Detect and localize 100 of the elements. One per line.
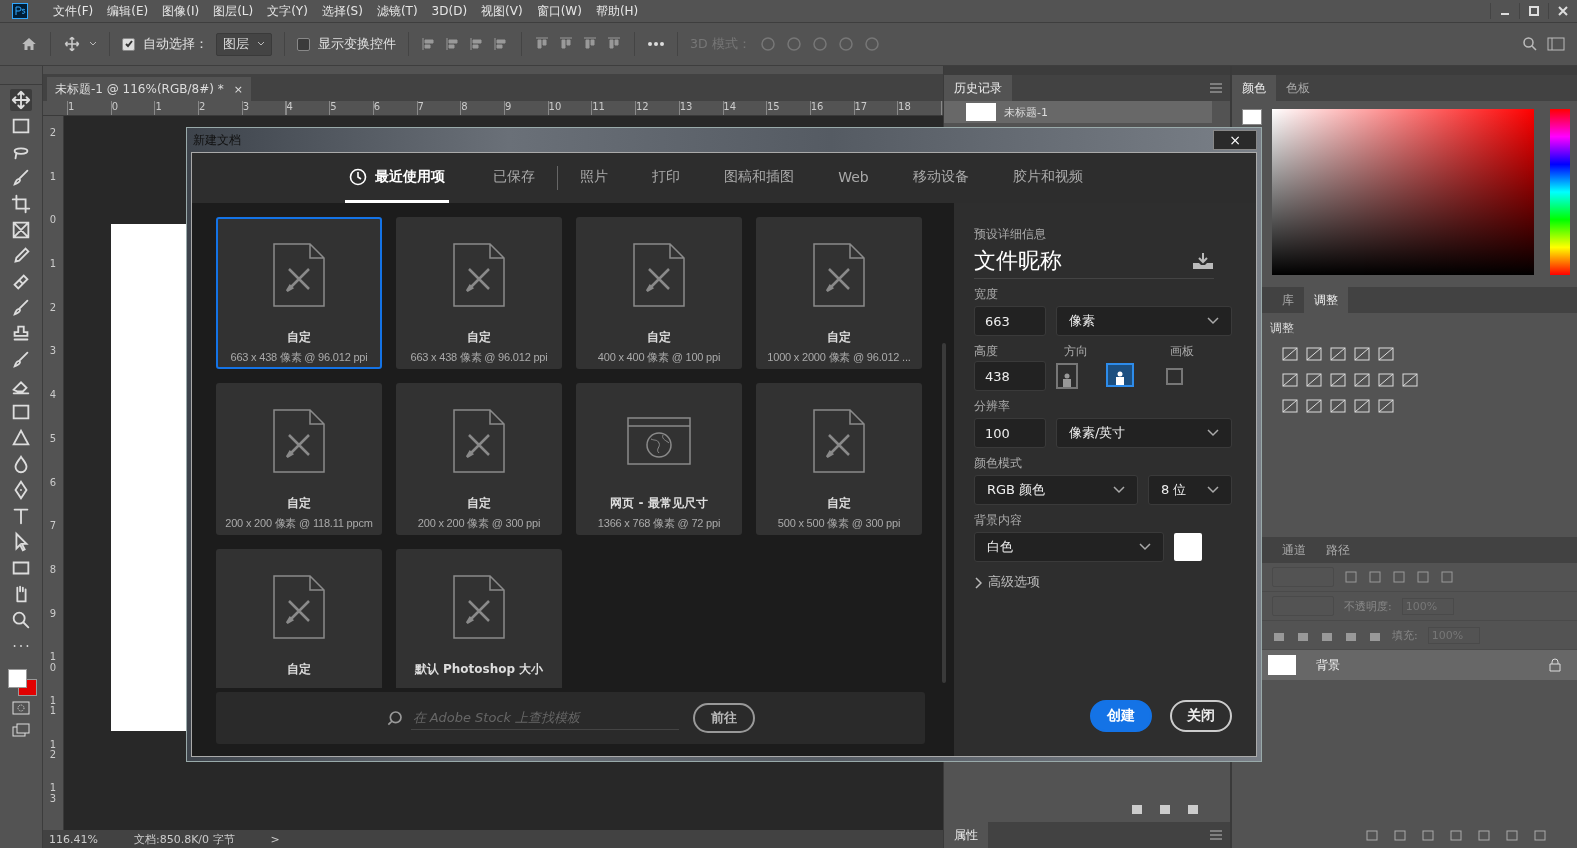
panel-tab[interactable]: 库 [1272,287,1304,313]
layer-dropdown[interactable]: 图层 [216,32,272,56]
search-field[interactable]: 在 Adobe Stock 上查找模板 [410,706,679,730]
background-color-swatch[interactable] [1174,533,1202,561]
foreground-color-swatch[interactable] [1242,109,1262,125]
close-icon[interactable] [1558,6,1568,16]
adjustment-icon[interactable] [1282,346,1298,362]
history-action-icon[interactable] [1186,802,1200,816]
tool-icon[interactable] [10,89,32,111]
category-tab[interactable]: 已保存 [471,153,558,203]
adjustment-icon[interactable] [1282,398,1298,414]
history-tab[interactable]: 历史记录 [944,75,1012,101]
tool-icon[interactable] [10,609,32,631]
panel-tab[interactable]: 通道 [1272,537,1316,563]
history-action-icon[interactable] [1130,802,1144,816]
category-tab[interactable]: Web [816,153,891,203]
artboard-checkbox[interactable] [1166,367,1183,385]
color-mode-dropdown[interactable]: RGB 颜色 [974,475,1138,505]
menu-item[interactable]: 3D(D) [424,4,475,18]
color-swatches-icon[interactable] [6,667,36,695]
height-field[interactable]: 438 [974,361,1046,391]
width-field[interactable]: 663 [974,306,1046,336]
document-tab[interactable]: 未标题-1 @ 116%(RGB/8#) * × [47,77,251,101]
caret-icon[interactable] [89,40,97,48]
adjustment-icon[interactable] [1306,346,1322,362]
portrait-button[interactable] [1056,363,1078,389]
screen-mode-icon[interactable] [11,721,31,739]
panel-tab[interactable]: 调整 [1304,287,1348,313]
checkbox[interactable] [297,37,310,51]
category-tab[interactable]: 照片 [558,153,631,203]
category-tab[interactable]: 最近使用项 [345,153,450,203]
menu-item[interactable]: 文件(F) [46,2,101,20]
move-tool-icon[interactable] [63,35,81,53]
menu-item[interactable]: 视图(V) [474,2,530,20]
panel-tab[interactable]: 色板 [1276,75,1320,101]
background-dropdown[interactable]: 白色 [974,532,1164,562]
preset-tile[interactable]: 自定 200 x 200 像素 @ 118.11 ppcm [216,383,382,535]
resolution-field[interactable]: 100 [974,418,1046,448]
menu-item[interactable]: 窗口(W) [529,2,589,20]
preset-tile[interactable]: 自定 663 x 438 像素 @ 96.012 ppi [216,217,382,369]
panel-menu-icon[interactable] [1210,830,1222,840]
preset-tile[interactable]: 默认 Photoshop 大小 [396,549,562,688]
panel-menu-icon[interactable] [1210,83,1222,93]
category-tab[interactable]: 胶片和视频 [990,153,1105,203]
menu-item[interactable]: 滤镜(T) [369,2,425,20]
menu-item[interactable]: 图像(I) [155,2,207,20]
color-picker-field[interactable] [1272,109,1534,275]
quick-mask-icon[interactable] [11,699,31,717]
workspace-icon[interactable] [1547,36,1565,52]
tool-icon[interactable] [10,193,32,215]
home-icon[interactable] [20,35,38,53]
adjustment-icon[interactable] [1378,346,1394,362]
preset-tile[interactable]: 自定 663 x 438 像素 @ 96.012 ppi [396,217,562,369]
adjustment-icon[interactable] [1330,346,1346,362]
preset-tile[interactable]: 自定 500 x 500 像素 @ 300 ppi [756,383,922,535]
close-button[interactable]: × [1213,130,1257,150]
status-menu-arrow[interactable]: > [270,832,280,846]
adjustment-icon[interactable] [1330,372,1346,388]
bit-depth-dropdown[interactable]: 8 位 [1148,475,1232,505]
align-icon[interactable] [558,36,574,52]
align-icon[interactable] [421,36,437,52]
create-button[interactable]: 创建 [1090,700,1152,732]
align-icon[interactable] [469,36,485,52]
category-tab[interactable]: 图稿和插图 [702,153,817,203]
adjustment-icon[interactable] [1378,372,1394,388]
menu-item[interactable]: 图层(L) [206,2,261,20]
search-icon[interactable] [1521,35,1539,53]
preset-tile[interactable]: 自定 [216,549,382,688]
category-tab[interactable]: 移动设备 [890,153,991,203]
adjustment-icon[interactable] [1354,346,1370,362]
menu-item[interactable]: 选择(S) [314,2,370,20]
adjustment-icon[interactable] [1402,372,1418,388]
landscape-button[interactable] [1106,363,1134,387]
preset-tile[interactable]: 自定 200 x 200 像素 @ 300 ppi [396,383,562,535]
adjustment-icon[interactable] [1354,372,1370,388]
more-icon[interactable] [647,41,665,47]
tool-icon[interactable] [10,219,32,241]
preset-tile[interactable]: 网页 - 最常见尺寸 1366 x 768 像素 @ 72 ppi [576,383,742,535]
close-button[interactable]: 关闭 [1170,700,1232,732]
preset-tile[interactable]: 自定 1000 x 2000 像素 @ 96.012 ... [756,217,922,369]
unit-dropdown[interactable]: 像素 [1056,306,1232,336]
menu-item[interactable]: 文字(Y) [260,2,315,20]
menu-item[interactable]: 编辑(E) [100,2,156,20]
document-name-field[interactable]: 文件昵称 [974,246,1062,276]
unit-dropdown[interactable]: 像素/英寸 [1056,418,1232,448]
properties-tab[interactable]: 属性 [944,822,988,848]
category-tab[interactable]: 打印 [630,153,703,203]
adjustment-icon[interactable] [1330,398,1346,414]
go-button[interactable]: 前往 [692,703,755,733]
advanced-options-toggle[interactable]: 高级选项 [974,574,1232,591]
adjustment-icon[interactable] [1354,398,1370,414]
save-preset-icon[interactable] [1192,252,1214,270]
history-item[interactable]: 未标题-1 [944,101,1212,123]
adjustment-icon[interactable] [1306,398,1322,414]
adjustment-icon[interactable] [1306,372,1322,388]
align-icon[interactable] [582,36,598,52]
history-action-icon[interactable] [1158,802,1172,816]
align-icon[interactable] [493,36,509,52]
checkbox[interactable] [122,37,135,51]
align-icon[interactable] [445,36,461,52]
